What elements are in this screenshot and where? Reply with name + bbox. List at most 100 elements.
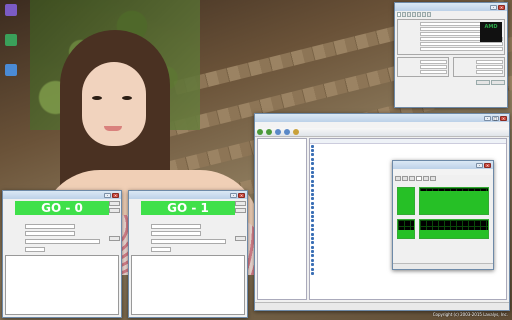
sensor-icon xyxy=(311,192,314,196)
column-header[interactable] xyxy=(408,139,506,143)
aida-titlebar[interactable]: - □ × xyxy=(255,114,509,122)
taskmgr-tab[interactable] xyxy=(402,176,408,181)
close-button[interactable]: × xyxy=(500,115,507,121)
stop-button[interactable] xyxy=(109,208,120,213)
sensor-icon xyxy=(311,179,314,183)
range-field xyxy=(151,239,226,244)
field-value xyxy=(420,31,481,36)
field-value xyxy=(420,69,447,74)
app-icon xyxy=(5,4,17,16)
accept-field xyxy=(25,247,45,252)
sensor-icon xyxy=(311,157,314,161)
cpuz-tab[interactable] xyxy=(412,12,416,17)
back-icon[interactable] xyxy=(257,129,263,135)
sensor-icon xyxy=(311,162,314,166)
sensor-icon xyxy=(311,201,314,205)
sensor-icon xyxy=(311,219,314,223)
option-button[interactable] xyxy=(235,236,246,241)
taskmgr-tab[interactable] xyxy=(395,176,401,181)
sensor-icon xyxy=(311,175,314,179)
stop-button[interactable] xyxy=(235,208,246,213)
sensor-icon xyxy=(311,232,314,236)
field-value xyxy=(476,59,503,64)
sensor-icon xyxy=(311,197,314,201)
status-bar xyxy=(255,302,509,310)
taskmgr-tab[interactable] xyxy=(430,176,436,181)
cpuz-processor-group: AMD xyxy=(397,19,505,55)
memory-usage-graph xyxy=(397,219,415,239)
forward-icon[interactable] xyxy=(266,129,272,135)
navigation-tree xyxy=(257,138,307,300)
minimize-button[interactable]: - xyxy=(476,162,483,168)
cpuz-titlebar[interactable]: - × xyxy=(395,3,507,11)
sensor-icon xyxy=(311,267,314,271)
sensor-icon xyxy=(311,254,314,258)
go-titlebar[interactable]: - × xyxy=(129,191,247,199)
cpuz-tab[interactable] xyxy=(422,12,426,17)
desktop-icon-0[interactable] xyxy=(2,4,20,16)
taskmgr-tab[interactable] xyxy=(409,176,415,181)
cpuz-tab[interactable] xyxy=(402,12,406,17)
field-value xyxy=(420,26,481,31)
close-button[interactable]: × xyxy=(112,192,119,198)
taskmgr-titlebar[interactable]: - × xyxy=(393,161,493,169)
option-button[interactable] xyxy=(109,236,120,241)
desktop-icon-2[interactable] xyxy=(2,64,20,76)
taskmgr-tab[interactable] xyxy=(416,176,422,181)
maximize-button[interactable]: □ xyxy=(492,115,499,121)
go-window-1: - × GO - 1 xyxy=(128,190,248,318)
column-header[interactable] xyxy=(310,139,408,143)
cpuz-tab[interactable] xyxy=(397,12,401,17)
sensor-icon xyxy=(311,149,314,153)
list-item[interactable] xyxy=(310,271,506,276)
minimize-button[interactable]: - xyxy=(490,4,497,10)
close-button[interactable]: × xyxy=(238,192,245,198)
cpuz-cache-group xyxy=(453,57,505,77)
sensor-icon xyxy=(311,210,314,214)
start-button[interactable] xyxy=(109,201,120,206)
cpuz-tools-button[interactable] xyxy=(476,80,490,85)
toolbar xyxy=(255,128,509,137)
up-icon[interactable] xyxy=(275,129,281,135)
minimize-button[interactable]: - xyxy=(484,115,491,121)
cpuz-tab[interactable] xyxy=(417,12,421,17)
close-button[interactable]: × xyxy=(498,4,505,10)
taskmgr-tab[interactable] xyxy=(423,176,429,181)
field-value xyxy=(420,59,447,64)
copyright-text: Copyright (c) 2003-2015 Lavalys, Inc. xyxy=(432,312,508,317)
cpu-usage-graph xyxy=(397,187,415,215)
cpuz-clocks-group xyxy=(397,57,449,77)
report-icon[interactable] xyxy=(293,129,299,135)
field-value xyxy=(375,271,506,275)
sensor-icon xyxy=(311,206,314,210)
refresh-icon[interactable] xyxy=(284,129,290,135)
cpuz-window: - × AMD xyxy=(394,2,508,108)
start-button[interactable] xyxy=(235,201,246,206)
sensor-icon xyxy=(311,223,314,227)
field-name xyxy=(315,271,375,275)
cpuz-ok-button[interactable] xyxy=(491,80,505,85)
field-value xyxy=(420,41,503,46)
field-value xyxy=(420,64,447,69)
close-button[interactable]: × xyxy=(484,162,491,168)
cpu-history-fill xyxy=(420,191,488,214)
sensor-icon xyxy=(311,184,314,188)
minimize-button[interactable]: - xyxy=(230,192,237,198)
cpuz-tab[interactable] xyxy=(407,12,411,17)
sensor-icon xyxy=(311,258,314,262)
cpuz-tab[interactable] xyxy=(427,12,431,17)
desktop-icon-1[interactable] xyxy=(2,34,20,46)
go-titlebar[interactable]: - × xyxy=(3,191,121,199)
sensor-icon xyxy=(311,214,314,218)
sensor-icon xyxy=(311,241,314,245)
sensor-icon xyxy=(311,188,314,192)
field-value xyxy=(476,69,503,74)
taskmgr-status-bar xyxy=(393,263,493,269)
field-value xyxy=(476,64,503,69)
minimize-button[interactable]: - xyxy=(104,192,111,198)
go-window-0: - × GO - 0 xyxy=(2,190,122,318)
sensor-icon xyxy=(311,228,314,232)
mode-field xyxy=(151,231,201,236)
sensor-icon xyxy=(311,250,314,254)
taskmgr-tabs xyxy=(393,175,493,182)
